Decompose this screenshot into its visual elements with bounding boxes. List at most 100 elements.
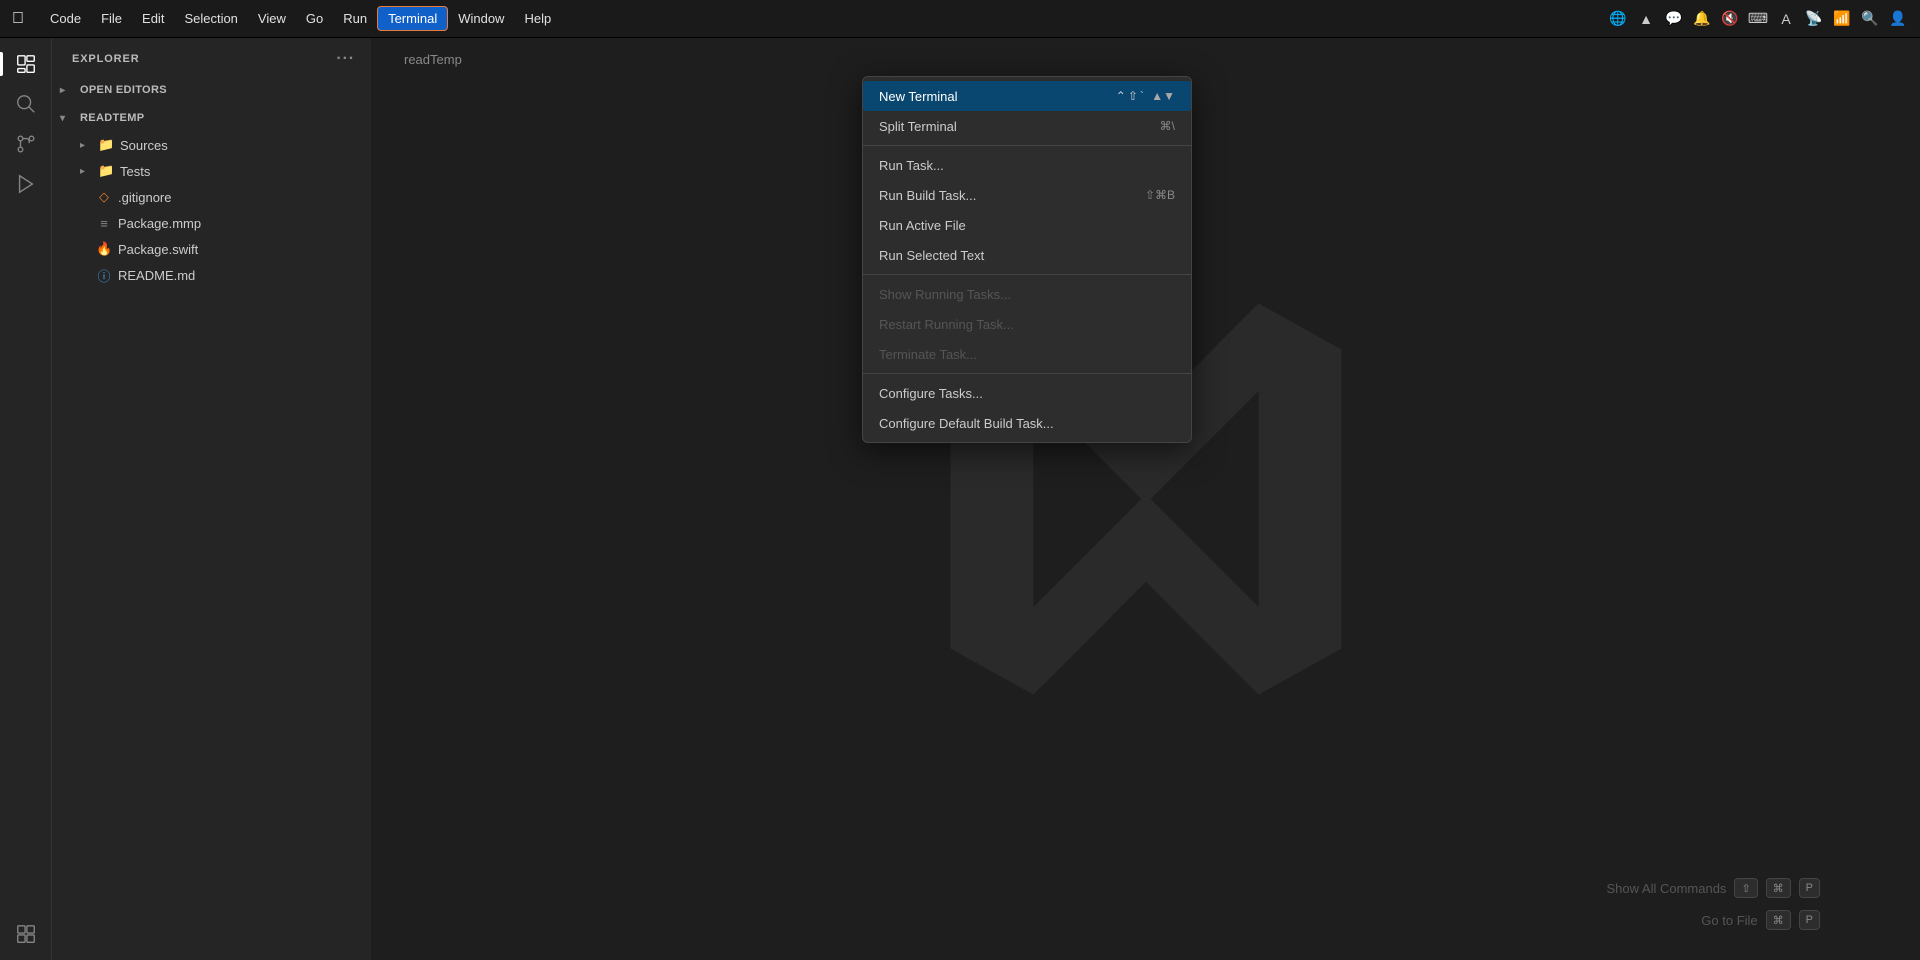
menu-new-terminal[interactable]: New Terminal ⌃ ⇧ ` ▲▼ (863, 81, 1191, 111)
menu-run-selected-text[interactable]: Run Selected Text (863, 240, 1191, 270)
hint-p-key: P (1799, 878, 1820, 898)
new-terminal-key1: ⌃ (1116, 89, 1126, 103)
gitignore-icon: ◇ (96, 189, 112, 205)
icon-globe[interactable]: 🌐 (1608, 9, 1628, 29)
hint-p-key2: P (1799, 910, 1820, 930)
hint-shift-key: ⇧ (1734, 878, 1757, 898)
menu-split-terminal[interactable]: Split Terminal ⌘\ (863, 111, 1191, 141)
tree-item-tests[interactable]: ▸ 📁 Tests (52, 158, 371, 184)
hint-cmd-key2: ⌘ (1766, 910, 1791, 930)
sidebar: EXPLORER ··· ▸ OPEN EDITORS ▾ READTEMP ▸… (52, 38, 372, 960)
split-terminal-label: Split Terminal (879, 119, 957, 134)
readme-icon: ⓘ (96, 266, 112, 285)
divider-3 (863, 373, 1191, 374)
icon-search[interactable]: 🔍 (1860, 9, 1880, 29)
activity-bar-bottom (8, 916, 44, 960)
open-editors-label: OPEN EDITORS (80, 84, 167, 96)
menu-window[interactable]: Window (448, 7, 514, 30)
menu-selection[interactable]: Selection (174, 7, 247, 30)
gitignore-label: .gitignore (118, 190, 171, 205)
explorer-more[interactable]: ··· (336, 50, 355, 68)
menu-configure-default-build-task[interactable]: Configure Default Build Task... (863, 408, 1191, 438)
apple-menu[interactable]:  (12, 10, 24, 28)
split-terminal-shortcut: ⌘\ (1160, 119, 1175, 133)
run-task-label: Run Task... (879, 158, 944, 173)
bottom-hints: Show All Commands ⇧ ⌘ P Go to File ⌘ P (1606, 878, 1820, 930)
editor-title: readTemp (404, 52, 462, 67)
icon-wechat[interactable]: 💬 (1664, 9, 1684, 29)
terminal-dropdown: New Terminal ⌃ ⇧ ` ▲▼ Split Terminal ⌘\ … (862, 76, 1192, 443)
tree-item-package-mmp[interactable]: ≡ Package.mmp (52, 210, 371, 236)
tree-item-sources[interactable]: ▸ 📁 Sources (52, 132, 371, 158)
explorer-label: EXPLORER (72, 53, 140, 65)
hint-show-commands-label: Show All Commands (1606, 881, 1726, 896)
icon-person[interactable]: 👤 (1888, 9, 1908, 29)
menu-terminate-task: Terminate Task... (863, 339, 1191, 369)
menu-terminal[interactable]: Terminal (377, 6, 448, 31)
new-terminal-shortcut: ⌃ ⇧ ` ▲▼ (1116, 89, 1175, 103)
readtemp-chevron: ▾ (60, 113, 76, 124)
open-editors-chevron: ▸ (60, 85, 76, 96)
icon-keyboard[interactable]: ⌨ (1748, 9, 1768, 29)
folder-icon: 📁 (98, 137, 114, 153)
mmp-icon: ≡ (96, 216, 112, 231)
icon-airplay[interactable]: 📡 (1804, 9, 1824, 29)
divider-1 (863, 145, 1191, 146)
new-terminal-key3: ` (1140, 89, 1144, 103)
readtemp-label: READTEMP (80, 112, 144, 124)
menu-code[interactable]: Code (40, 7, 91, 30)
run-build-task-label: Run Build Task... (879, 188, 976, 203)
divider-2 (863, 274, 1191, 275)
menu-view[interactable]: View (248, 7, 296, 30)
hint-cmd-key: ⌘ (1766, 878, 1791, 898)
activity-run-debug[interactable] (8, 166, 44, 202)
menu-run-build-task[interactable]: Run Build Task... ⇧⌘B (863, 180, 1191, 210)
tree-item-readme[interactable]: ⓘ README.md (52, 262, 371, 288)
tree-item-package-swift[interactable]: 🔥 Package.swift (52, 236, 371, 262)
menu-go[interactable]: Go (296, 7, 333, 30)
icon-font[interactable]: A (1776, 9, 1796, 29)
activity-source-control[interactable] (8, 126, 44, 162)
menubar-right-icons: 🌐 ▲ 💬 🔔 🔇 ⌨ A 📡 📶 🔍 👤 (1608, 9, 1908, 29)
activity-search[interactable] (8, 86, 44, 122)
sources-chevron: ▸ (80, 140, 96, 151)
open-editors-header[interactable]: ▸ OPEN EDITORS (52, 76, 371, 104)
nav-icons: ▲▼ (1151, 89, 1175, 103)
package-swift-label: Package.swift (118, 242, 198, 257)
menubar:  Code File Edit Selection View Go Run T… (0, 0, 1920, 38)
explorer-header: EXPLORER ··· (52, 38, 371, 76)
icon-mute[interactable]: 🔇 (1720, 9, 1740, 29)
menu-run[interactable]: Run (333, 7, 377, 30)
swift-icon: 🔥 (96, 241, 112, 257)
tests-label: Tests (120, 164, 150, 179)
menu-file[interactable]: File (91, 7, 132, 30)
menu-help[interactable]: Help (514, 7, 561, 30)
show-running-tasks-label: Show Running Tasks... (879, 287, 1011, 302)
editor-area: readTemp Show All Commands ⇧ ⌘ P Go to F… (372, 38, 1920, 960)
new-terminal-label: New Terminal (879, 89, 958, 104)
menu-run-task[interactable]: Run Task... (863, 150, 1191, 180)
run-selected-text-label: Run Selected Text (879, 248, 984, 263)
tree-item-gitignore[interactable]: ◇ .gitignore (52, 184, 371, 210)
package-mmp-label: Package.mmp (118, 216, 201, 231)
icon-wifi[interactable]: 📶 (1832, 9, 1852, 29)
menu-configure-tasks[interactable]: Configure Tasks... (863, 378, 1191, 408)
icon-bell[interactable]: 🔔 (1692, 9, 1712, 29)
run-active-file-label: Run Active File (879, 218, 966, 233)
menu-restart-running-task: Restart Running Task... (863, 309, 1191, 339)
sources-label: Sources (120, 138, 168, 153)
configure-default-build-task-label: Configure Default Build Task... (879, 416, 1054, 431)
terminate-task-label: Terminate Task... (879, 347, 977, 362)
menu-edit[interactable]: Edit (132, 7, 174, 30)
menu-show-running-tasks: Show Running Tasks... (863, 279, 1191, 309)
icon-delta[interactable]: ▲ (1636, 9, 1656, 29)
activity-files[interactable] (8, 46, 44, 82)
hint-goto-file: Go to File ⌘ P (1701, 910, 1820, 930)
activity-extensions[interactable] (8, 916, 44, 952)
readtemp-section-header[interactable]: ▾ READTEMP (52, 104, 371, 132)
tests-chevron: ▸ (80, 166, 96, 177)
restart-running-task-label: Restart Running Task... (879, 317, 1014, 332)
new-terminal-key2: ⇧ (1128, 89, 1138, 103)
main-layout: EXPLORER ··· ▸ OPEN EDITORS ▾ READTEMP ▸… (0, 38, 1920, 960)
menu-run-active-file[interactable]: Run Active File (863, 210, 1191, 240)
